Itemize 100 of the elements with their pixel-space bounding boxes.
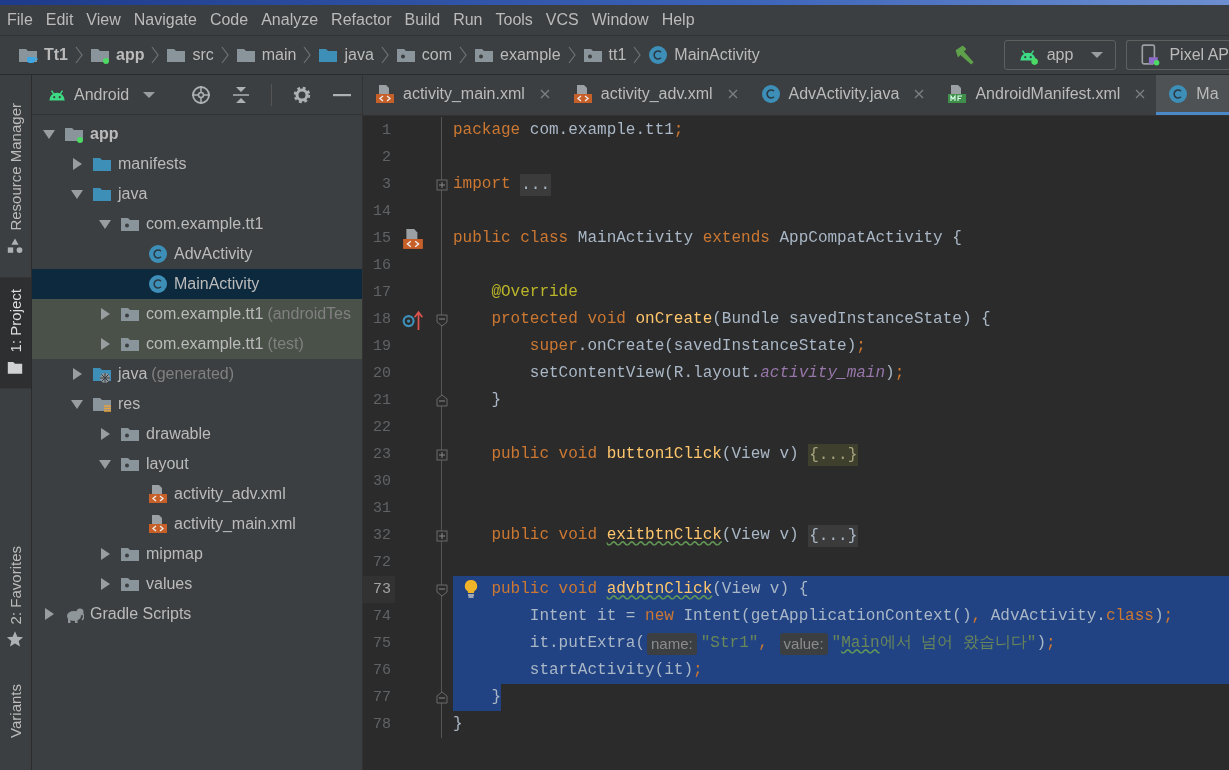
editor-tab[interactable]: Ma [1156,75,1229,115]
collapse-fold-icon[interactable] [435,393,449,408]
breadcrumb[interactable]: tt1 [578,45,631,65]
editor-tab[interactable]: activity_main.xml [363,75,561,115]
chevron-icon [566,45,577,65]
line-number: 32 [372,526,392,546]
tree-item[interactable]: manifests [32,149,362,179]
menu-item[interactable]: VCS [538,11,585,29]
breadcrumb[interactable]: main [231,45,301,65]
xml-file-icon [375,83,395,104]
tree-arrow-icon[interactable] [98,547,112,561]
editor-tab[interactable]: AdvActivity.java [748,75,936,115]
tree-arrow-icon[interactable] [98,427,112,441]
tree-arrow-icon[interactable] [98,307,112,321]
expand-fold-icon[interactable] [435,177,449,192]
close-icon[interactable] [538,87,551,100]
tree-item[interactable]: com.example.tt1 [32,209,362,239]
tree-item[interactable]: drawable [32,419,362,449]
collapse-fold-icon[interactable] [435,582,449,597]
tree-item[interactable]: res [32,389,362,419]
menu-item[interactable]: File [0,11,39,29]
tree-arrow-icon[interactable] [98,217,112,231]
line-number: 20 [372,364,392,384]
menu-item[interactable]: Run [446,11,489,29]
code-text: } [453,714,463,735]
xml-file-icon [148,514,168,534]
tree-item-note: (generated) [151,365,235,383]
device-dropdown[interactable]: Pixel AP [1126,40,1229,70]
settings-icon[interactable] [292,84,312,105]
expand-fold-icon[interactable] [435,528,449,543]
configuration-dropdown[interactable]: app [1003,40,1117,70]
line-number: 31 [372,499,392,519]
close-icon[interactable] [726,87,739,100]
collapse-fold-icon[interactable] [435,690,449,705]
chevron-icon [219,45,230,65]
line-number: 72 [372,553,392,573]
xml-file-icon [572,83,593,104]
tool-window-tab[interactable]: Variants [0,676,31,747]
chevron-icon [74,45,84,65]
tree-arrow-icon[interactable] [98,337,112,351]
tree-arrow-icon[interactable] [98,577,112,591]
tree-item[interactable]: activity_main.xml [32,509,362,539]
shapes-icon [6,236,25,255]
tree-arrow-icon[interactable] [70,157,84,171]
tree-item[interactable]: AdvActivity [32,239,362,269]
tree-item[interactable]: mipmap [32,539,362,569]
breadcrumb[interactable]: app [86,45,149,65]
folded-code[interactable]: {...} [808,443,859,466]
tree-arrow-icon[interactable] [98,457,112,471]
menu-item[interactable]: Build [397,11,447,29]
tree-item[interactable]: com.example.tt1 (androidTes [32,299,362,329]
tree-arrow-icon[interactable] [42,127,56,141]
tree-item[interactable]: Gradle Scripts [32,599,362,629]
tree-arrow-icon[interactable] [70,397,84,411]
tree-arrow-icon[interactable] [70,187,84,201]
tree-item[interactable]: layout [32,449,362,479]
class-icon [1168,83,1189,104]
close-icon[interactable] [1134,87,1147,100]
collapse-fold-icon[interactable] [435,312,449,327]
menu-item[interactable]: Navigate [126,11,203,29]
tree-item[interactable]: java [32,179,362,209]
code-text: public void advbtnClick(View v) { [491,579,809,600]
breadcrumb[interactable]: java [314,45,378,65]
tree-arrow-icon[interactable] [42,607,56,621]
folded-code[interactable]: ... [520,173,552,196]
close-icon[interactable] [913,87,926,100]
tree-item[interactable]: app [32,119,362,149]
tool-window-tab[interactable]: 1: Project [0,276,31,388]
tree-item[interactable]: com.example.tt1 (test) [32,329,362,359]
layout-file-icon[interactable] [402,227,424,250]
tree-item[interactable]: MainActivity [32,269,362,299]
expand-fold-icon[interactable] [435,447,449,462]
editor-tab[interactable]: AndroidManifest.xml [935,75,1157,115]
tool-window-tab[interactable]: 2: Favorites [0,537,31,657]
tree-item[interactable]: activity_adv.xml [32,479,362,509]
tool-window-tab[interactable]: Resource Manager [0,95,31,263]
menu-item[interactable]: Refactor [324,11,398,29]
menu-item[interactable]: Analyze [254,11,325,29]
folded-code[interactable]: {...} [808,524,859,547]
menu-item[interactable]: Edit [38,11,80,29]
menu-item[interactable]: Tools [488,11,539,29]
tree-arrow-icon[interactable] [70,367,84,381]
breadcrumb[interactable]: src [162,45,218,65]
breadcrumb[interactable]: example [470,45,565,65]
editor-tab[interactable]: activity_adv.xml [560,75,749,115]
breadcrumb[interactable]: Tt1 [14,45,72,65]
menu-item[interactable]: View [79,11,127,29]
crosshair-icon[interactable] [191,84,211,105]
collapse-all-icon[interactable] [231,84,251,105]
breadcrumb[interactable]: MainActivity [644,45,764,65]
view-dropdown[interactable]: Android [46,83,156,106]
menu-item[interactable]: Help [654,11,701,29]
code-text: public void exitbtnClick(View v) [491,525,800,546]
overrides-icon[interactable] [402,308,424,331]
tree-item[interactable]: values [32,569,362,599]
menu-item[interactable]: Window [584,11,655,29]
class-icon [648,45,669,65]
breadcrumb[interactable]: com [391,45,457,65]
tree-item[interactable]: java (generated) [32,359,362,389]
menu-item[interactable]: Code [202,11,255,29]
